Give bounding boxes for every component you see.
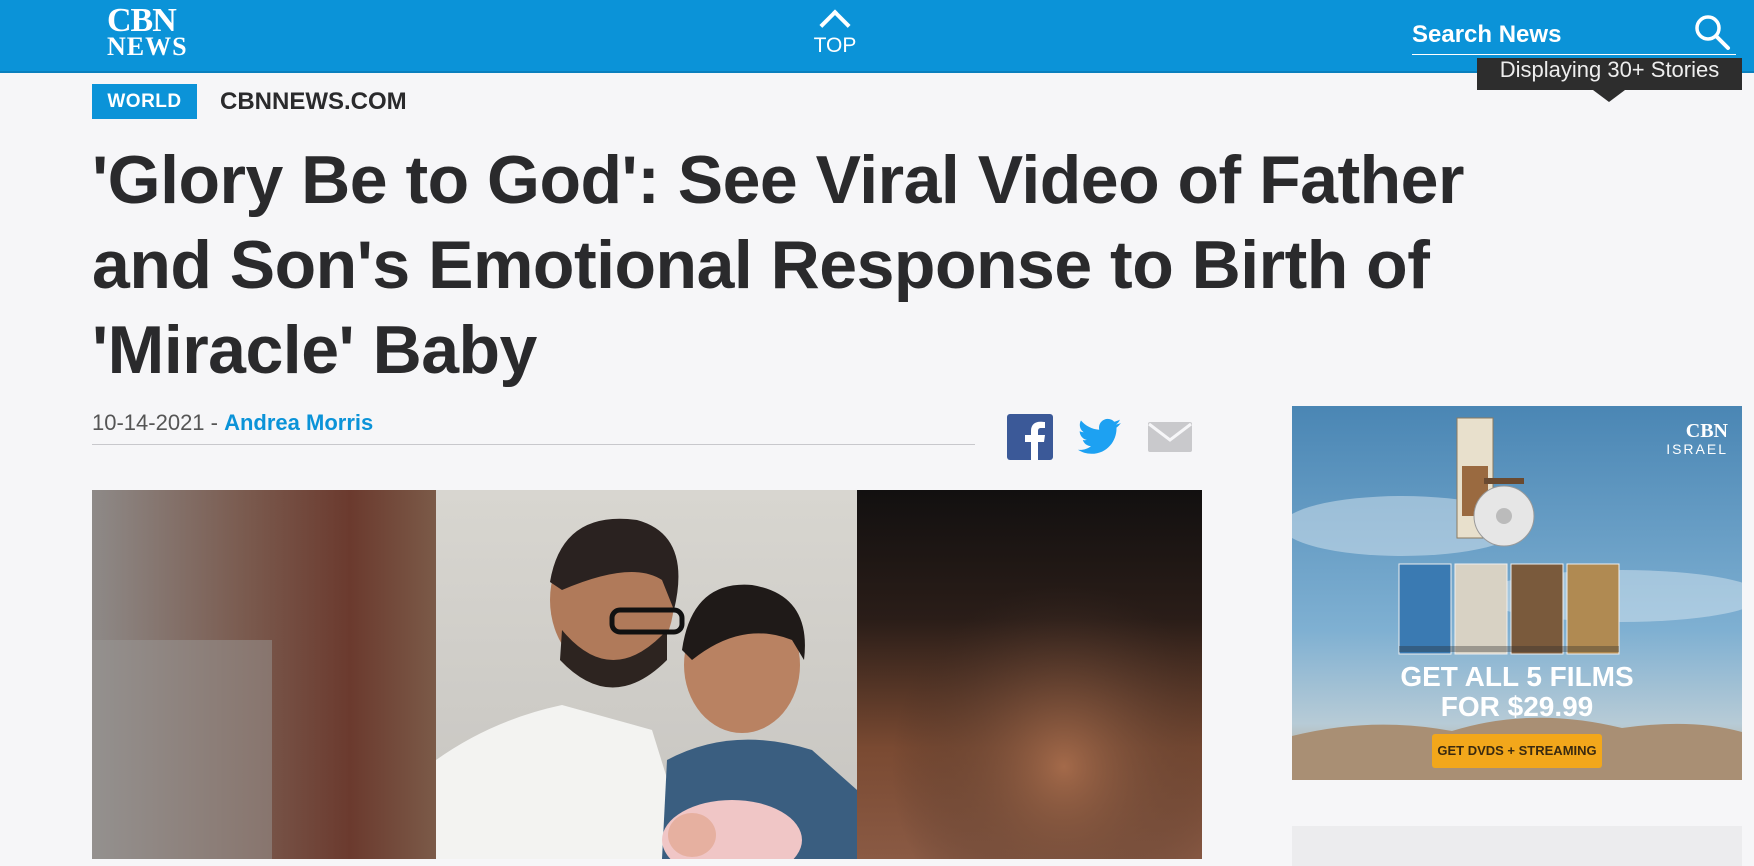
ad-background-image bbox=[1292, 406, 1742, 780]
ad-headline: GET ALL 5 FILMS FOR $29.99 bbox=[1292, 662, 1742, 722]
facebook-icon[interactable] bbox=[1007, 414, 1053, 460]
search-icon[interactable] bbox=[1692, 12, 1732, 52]
ad-headline-line2: FOR $29.99 bbox=[1440, 691, 1594, 722]
category-badge[interactable]: WORLD bbox=[92, 84, 197, 119]
cbn-news-logo[interactable]: CBN NEWS bbox=[107, 2, 247, 64]
ad-brand-line1: CBN bbox=[1685, 420, 1728, 442]
ad-headline-line1: GET ALL 5 FILMS bbox=[1400, 661, 1634, 692]
ad-cta-button[interactable]: GET DVDS + STREAMING bbox=[1432, 734, 1602, 768]
back-to-top-button[interactable]: TOP bbox=[800, 9, 870, 62]
article-source: CBNNEWS.COM bbox=[220, 88, 407, 115]
article-date: 10-14-2021 - bbox=[92, 410, 218, 435]
email-icon[interactable] bbox=[1147, 414, 1193, 460]
stories-count-badge[interactable]: Displaying 30+ Stories bbox=[1477, 58, 1742, 90]
author-link[interactable]: Andrea Morris bbox=[224, 410, 373, 435]
cbn-israel-ad-banner[interactable]: CBN ISRAEL GET ALL 5 FILMS FOR $29.99 GE… bbox=[1292, 406, 1742, 780]
article-byline: 10-14-2021 - Andrea Morris bbox=[92, 410, 975, 445]
logo-line2: NEWS bbox=[107, 32, 188, 61]
logo-line1: CBN bbox=[107, 2, 177, 39]
ad-brand-logo: CBN ISRAEL bbox=[1666, 420, 1728, 458]
ad-brand-line2: ISRAEL bbox=[1666, 441, 1728, 457]
stories-badge-pointer bbox=[1593, 90, 1625, 102]
search-bar bbox=[1412, 15, 1736, 55]
sidebar-widget-placeholder bbox=[1292, 826, 1742, 866]
article-hero-image[interactable] bbox=[92, 490, 1202, 859]
article-headline: 'Glory Be to God': See Viral Video of Fa… bbox=[92, 142, 1464, 388]
search-input[interactable] bbox=[1412, 18, 1682, 52]
twitter-icon[interactable] bbox=[1077, 414, 1123, 460]
stories-count-text: Displaying 30+ Stories bbox=[1499, 58, 1720, 82]
